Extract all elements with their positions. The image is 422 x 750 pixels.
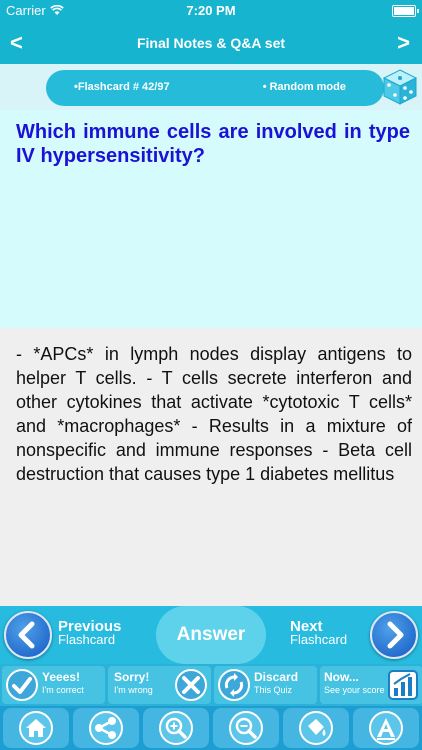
wrong-label: Sorry! — [114, 670, 150, 684]
answer-button[interactable]: Answer — [156, 606, 266, 664]
next-sublabel: Flashcard — [290, 632, 348, 647]
home-button[interactable] — [3, 708, 69, 748]
question-text: Which immune cells are involved in type … — [16, 121, 410, 167]
flashcard-counter: •Flashcard # 42/97 — [74, 81, 170, 93]
chevron-left-icon — [18, 621, 35, 649]
font-icon — [369, 711, 403, 745]
status-time: 7:20 PM — [186, 3, 236, 18]
score-label: Now... — [324, 670, 359, 684]
next-flashcard-label[interactable]: Next Flashcard — [290, 619, 348, 647]
previous-flashcard-label[interactable]: Previous Flashcard — [58, 619, 121, 647]
battery-icon — [392, 5, 419, 17]
discard-quiz-button[interactable]: Discard This Quiz — [214, 666, 317, 704]
flashcard-controls: Previous Flashcard Answer Next Flashcard — [0, 606, 422, 664]
correct-button[interactable]: Yeees! I'm correct — [2, 666, 105, 704]
previous-sublabel: Flashcard — [58, 632, 116, 647]
dice-icon[interactable] — [382, 68, 418, 106]
cross-icon — [175, 669, 207, 701]
zoom-out-button[interactable] — [213, 708, 279, 748]
correct-sublabel: I'm correct — [42, 685, 84, 695]
share-icon — [89, 711, 123, 745]
rating-row: Yeees! I'm correct Sorry! I'm wrong Disc… — [0, 664, 422, 706]
flashcard-info-pill: •Flashcard # 42/97 • Random mode — [46, 70, 384, 106]
forward-button[interactable]: > — [397, 30, 410, 56]
bucket-icon — [299, 711, 333, 745]
next-flashcard-button[interactable] — [370, 611, 418, 659]
chevron-right-icon — [387, 621, 404, 649]
discard-label: Discard — [254, 670, 299, 684]
wrong-button[interactable]: Sorry! I'm wrong — [108, 666, 211, 704]
status-bar: Carrier 7:20 PM — [0, 0, 422, 22]
check-icon — [6, 669, 38, 701]
answer-text: - *APCs* in lymph nodes display antigens… — [16, 344, 412, 484]
random-mode-label[interactable]: • Random mode — [263, 81, 346, 93]
discard-sublabel: This Quiz — [254, 685, 293, 695]
score-sublabel: See your score — [324, 685, 385, 695]
wrong-sublabel: I'm wrong — [114, 685, 153, 695]
font-button[interactable] — [353, 708, 419, 748]
nav-bar: < Final Notes & Q&A set > — [0, 22, 422, 64]
see-score-button[interactable]: Now... See your score — [320, 666, 422, 704]
question-panel: Which immune cells are involved in type … — [0, 110, 422, 328]
correct-label: Yeees! — [42, 670, 81, 684]
zoom-in-button[interactable] — [143, 708, 209, 748]
zoom-in-icon — [159, 711, 193, 745]
home-icon — [19, 711, 53, 745]
chart-icon — [388, 670, 418, 700]
page-title: Final Notes & Q&A set — [136, 35, 286, 51]
share-button[interactable] — [73, 708, 139, 748]
info-bar: •Flashcard # 42/97 • Random mode — [0, 64, 422, 110]
theme-button[interactable] — [283, 708, 349, 748]
zoom-out-icon — [229, 711, 263, 745]
previous-flashcard-button[interactable] — [4, 611, 52, 659]
recycle-icon — [218, 669, 250, 701]
answer-panel: - *APCs* in lymph nodes display antigens… — [0, 328, 422, 606]
bottom-toolbar — [0, 706, 422, 750]
